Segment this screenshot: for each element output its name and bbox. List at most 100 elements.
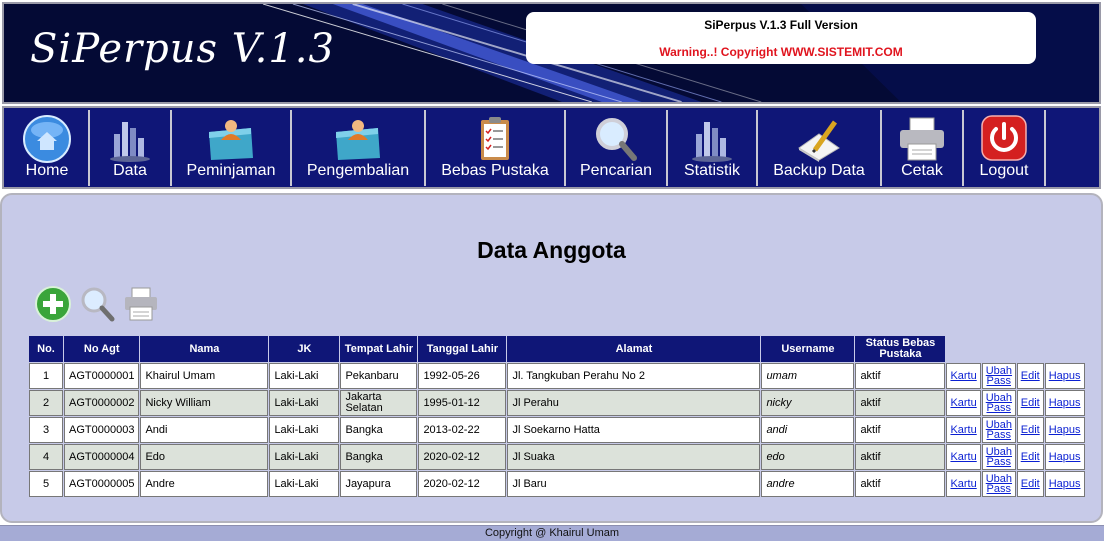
table-row: 2 AGT0000002 Nicky William Laki-Laki Jakarta… (29, 390, 1085, 416)
table-row: 5 AGT0000005 Andre Laki-Laki Jayapura 2020-02… (29, 471, 1085, 497)
nav-label: Logout (979, 162, 1029, 179)
nav-item-cetak[interactable]: Cetak (882, 110, 964, 186)
col-header-spacer (1017, 336, 1044, 362)
nav-item-bebas-pustaka[interactable]: Bebas Pustaka (426, 110, 566, 186)
cell-alamat: Jl Suaka (507, 444, 761, 470)
hapus-link[interactable]: Hapus (1049, 397, 1081, 409)
table-row: 4 AGT0000004 Edo Laki-Laki Bangka 2020-02-12 J… (29, 444, 1085, 470)
kartu-link[interactable]: Kartu (950, 451, 976, 463)
cell-tempat-lahir: Jakarta Selatan (340, 390, 418, 416)
cell-alamat: Jl Perahu (507, 390, 761, 416)
nav-item-backup-data[interactable]: Backup Data (758, 110, 882, 186)
hapus-link[interactable]: Hapus (1049, 424, 1081, 436)
cell-tempat-lahir: Bangka (340, 417, 418, 443)
nav-label: Home (25, 162, 69, 179)
cell-status: aktif (855, 390, 946, 416)
col-header-spacer (1045, 336, 1085, 362)
cell-tanggal-lahir: 1992-05-26 (418, 363, 507, 389)
cell-no-agt: AGT0000001 (64, 363, 140, 389)
home-icon (23, 115, 71, 163)
cell-no: 5 (29, 471, 63, 497)
cell-nama: Edo (140, 444, 269, 470)
action-cell: Hapus (1044, 363, 1085, 389)
cell-nama: Andre (140, 471, 269, 497)
action-cell: Ubah Pass (981, 444, 1016, 470)
page-title: Data Anggota (477, 237, 626, 263)
edit-link[interactable]: Edit (1021, 451, 1040, 463)
ubah-pass-link[interactable]: Ubah Pass (986, 446, 1012, 467)
nav-item-home[interactable]: Home (6, 110, 90, 186)
cell-tanggal-lahir: 2020-02-12 (418, 471, 507, 497)
action-cell: Hapus (1044, 390, 1085, 416)
cell-username: edo (761, 444, 855, 470)
footer: Copyright @ Khairul Umam (0, 525, 1104, 541)
cell-no: 3 (29, 417, 63, 443)
edit-link[interactable]: Edit (1021, 424, 1040, 436)
bar-chart-icon (692, 122, 732, 162)
main-navbar: Home Data Peminjaman Pengembalian Bebas … (2, 106, 1101, 189)
user-folder-icon (209, 120, 253, 160)
bar-chart-icon (110, 122, 150, 162)
cell-no-agt: AGT0000005 (64, 471, 140, 497)
action-cell: Edit (1016, 390, 1044, 416)
action-cell: Ubah Pass (981, 471, 1016, 497)
col-header-username: Username (761, 336, 855, 362)
edit-link[interactable]: Edit (1021, 370, 1040, 382)
cell-jk: Laki-Laki (269, 471, 340, 497)
nav-item-data[interactable]: Data (90, 110, 172, 186)
add-icon[interactable] (34, 285, 72, 323)
nav-label: Statistik (683, 162, 740, 179)
kartu-link[interactable]: Kartu (950, 478, 976, 490)
cell-username: andre (761, 471, 855, 497)
hapus-link[interactable]: Hapus (1049, 451, 1081, 463)
cell-tanggal-lahir: 2020-02-12 (418, 444, 507, 470)
member-table: No. No Agt Nama JK Tempat Lahir Tanggal … (28, 335, 1086, 498)
header-banner: SiPerpus V.1.3 SiPerpus V.1.3 Full Versi… (2, 2, 1101, 104)
action-cell: Kartu (946, 471, 981, 497)
nav-item-pengembalian[interactable]: Pengembalian (292, 110, 426, 186)
nav-label: Data (113, 162, 147, 179)
user-folder-icon (336, 120, 380, 160)
power-icon (981, 115, 1027, 161)
col-header-tempat-lahir: Tempat Lahir (340, 336, 418, 362)
magnifier-icon (596, 118, 637, 161)
col-header-tanggal-lahir: Tanggal Lahir (418, 336, 507, 362)
cell-status: aktif (855, 444, 946, 470)
action-cell: Edit (1016, 417, 1044, 443)
col-header-spacer (982, 336, 1016, 362)
cell-tempat-lahir: Pekanbaru (340, 363, 418, 389)
nav-item-peminjaman[interactable]: Peminjaman (172, 110, 292, 186)
ubah-pass-link[interactable]: Ubah Pass (986, 419, 1012, 440)
edit-link[interactable]: Edit (1021, 397, 1040, 409)
ubah-pass-link[interactable]: Ubah Pass (986, 473, 1012, 494)
ubah-pass-link[interactable]: Ubah Pass (986, 365, 1012, 386)
col-header-spacer (946, 336, 980, 362)
hapus-link[interactable]: Hapus (1049, 370, 1081, 382)
copyright-warning: Warning..! Copyright WWW.SISTEMIT.COM (659, 45, 903, 59)
printer-icon[interactable] (122, 285, 160, 323)
cell-nama: Nicky William (140, 390, 269, 416)
action-cell: Ubah Pass (981, 390, 1016, 416)
nav-item-logout[interactable]: Logout (964, 110, 1046, 186)
cell-alamat: Jl. Tangkuban Perahu No 2 (507, 363, 761, 389)
cell-alamat: Jl Baru (507, 471, 761, 497)
kartu-link[interactable]: Kartu (950, 397, 976, 409)
table-row: 3 AGT0000003 Andi Laki-Laki Bangka 2013-02-22… (29, 417, 1085, 443)
kartu-link[interactable]: Kartu (950, 424, 976, 436)
hapus-link[interactable]: Hapus (1049, 478, 1081, 490)
action-cell: Edit (1016, 471, 1044, 497)
cell-no: 1 (29, 363, 63, 389)
kartu-link[interactable]: Kartu (950, 370, 976, 382)
nav-item-pencarian[interactable]: Pencarian (566, 110, 668, 186)
nav-item-statistik[interactable]: Statistik (668, 110, 758, 186)
cell-no-agt: AGT0000003 (64, 417, 140, 443)
info-title: SiPerpus V.1.3 Full Version (704, 18, 858, 32)
action-cell: Kartu (946, 444, 981, 470)
cell-username: nicky (761, 390, 855, 416)
edit-link[interactable]: Edit (1021, 478, 1040, 490)
search-icon[interactable] (78, 285, 116, 323)
cell-nama: Khairul Umam (140, 363, 269, 389)
action-cell: Ubah Pass (981, 417, 1016, 443)
ubah-pass-link[interactable]: Ubah Pass (986, 392, 1012, 413)
page: SiPerpus V.1.3 SiPerpus V.1.3 Full Versi… (0, 0, 1104, 543)
